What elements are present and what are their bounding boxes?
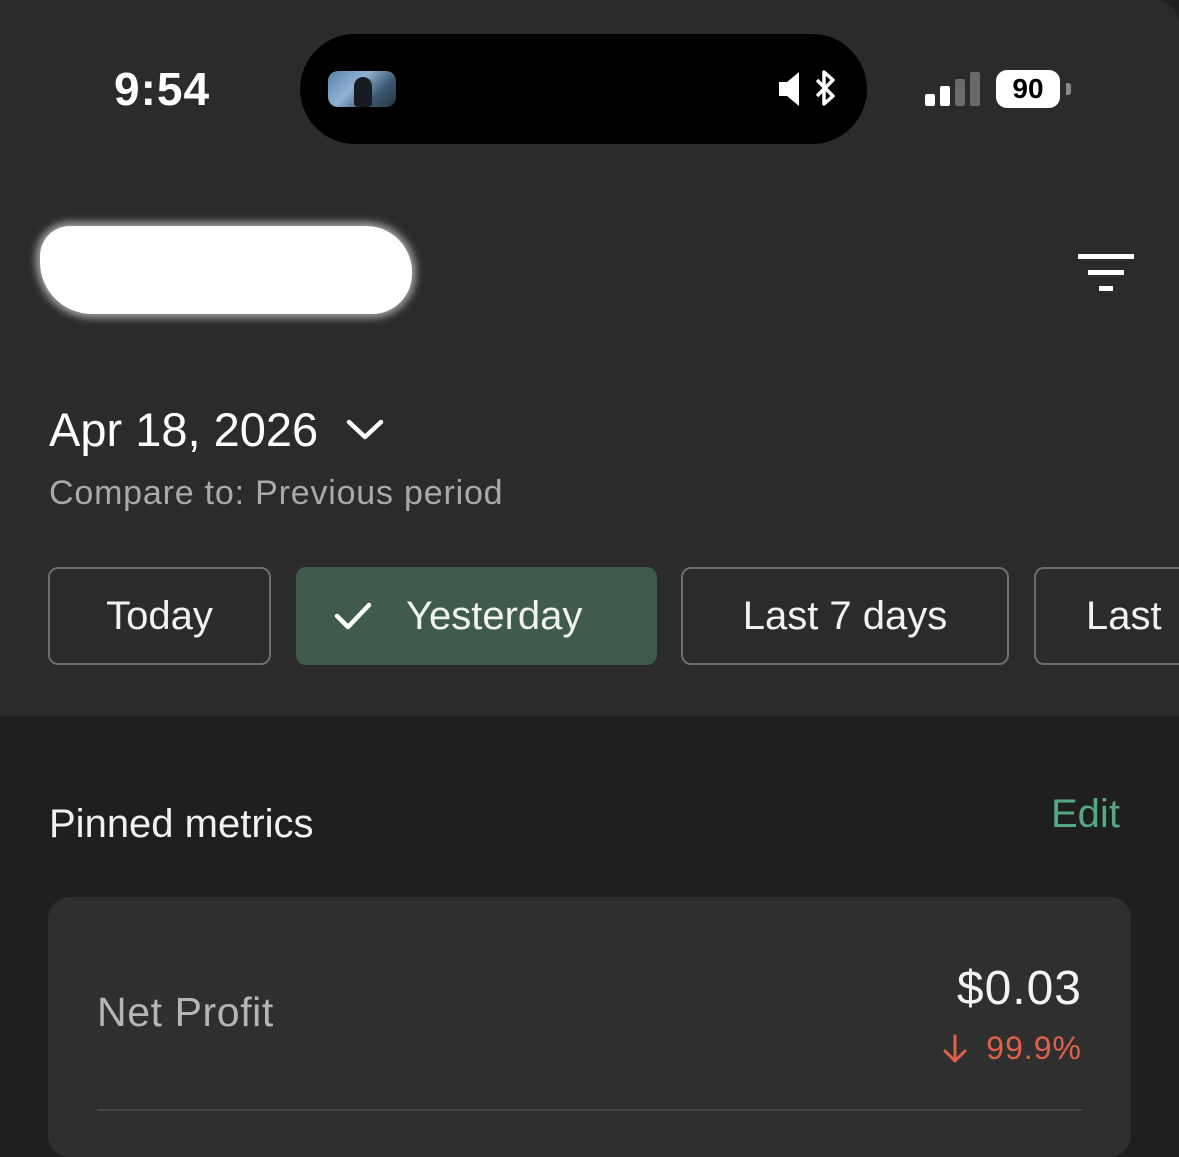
metric-value: $0.03 <box>956 962 1082 1015</box>
metric-change-value: 99.9% <box>986 1030 1082 1066</box>
range-chip-last-7-days[interactable]: Last 7 days <box>681 567 1009 665</box>
range-chip-yesterday[interactable]: Yesterday <box>296 567 657 665</box>
filter-lines-icon[interactable] <box>1078 252 1134 294</box>
battery-indicator: 90 <box>996 70 1060 108</box>
chevron-down-icon <box>346 419 384 439</box>
store-name-redacted <box>40 226 412 314</box>
status-time: 9:54 <box>114 63 211 115</box>
card-divider <box>97 1109 1082 1111</box>
battery-tip <box>1066 83 1071 95</box>
dynamic-island[interactable] <box>300 34 867 144</box>
edit-button[interactable]: Edit <box>1051 792 1120 837</box>
compare-to-label[interactable]: Compare to: Previous period <box>49 474 503 513</box>
chip-label: Last <box>1086 593 1162 638</box>
media-thumbnail <box>328 71 396 107</box>
date-selector[interactable]: Apr 18, 2026 <box>49 402 384 457</box>
chip-label: Last 7 days <box>742 593 948 638</box>
range-chip-last[interactable]: Last <box>1034 567 1179 665</box>
pinned-metrics-title: Pinned metrics <box>49 802 314 846</box>
mute-bluetooth-icon <box>779 70 835 106</box>
cellular-signal-icon <box>925 72 980 106</box>
chip-label: Yesterday <box>406 593 583 638</box>
chip-label: Today <box>106 593 213 638</box>
metric-change: 99.9% <box>942 1030 1082 1067</box>
metric-label: Net Profit <box>97 989 274 1035</box>
arrow-down-icon <box>943 1034 967 1062</box>
date-label: Apr 18, 2026 <box>49 403 319 456</box>
metric-card-net-profit[interactable]: Net Profit $0.03 99.9% <box>48 897 1131 1157</box>
checkmark-icon <box>334 602 372 630</box>
range-chip-today[interactable]: Today <box>48 567 271 665</box>
